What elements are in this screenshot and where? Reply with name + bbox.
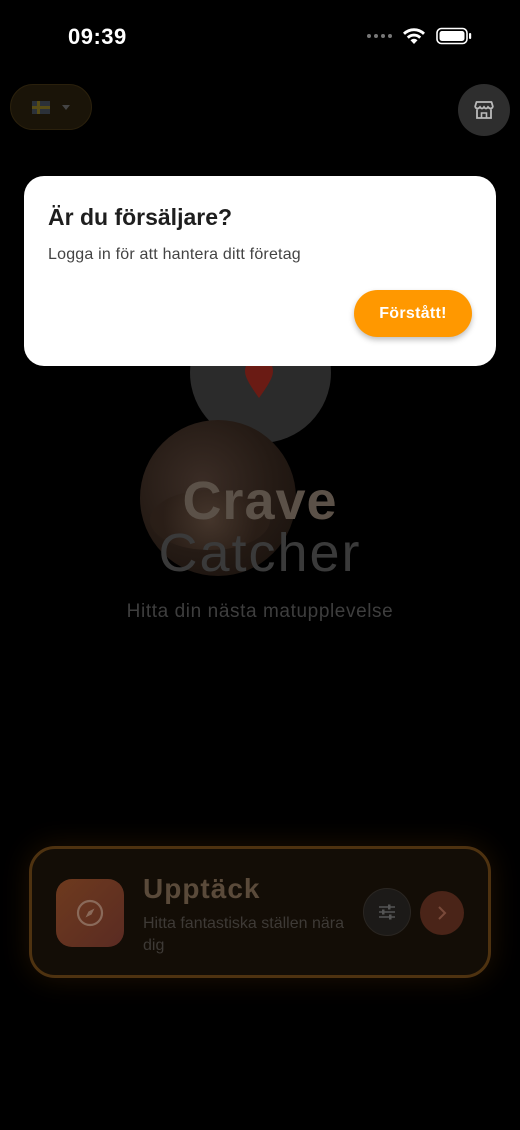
battery-icon (436, 27, 472, 45)
store-icon (474, 101, 494, 119)
discover-go-button[interactable] (420, 891, 464, 935)
dialog-message: Logga in för att hantera ditt företag (48, 246, 301, 263)
sliders-icon (379, 904, 395, 920)
chevron-right-icon (438, 906, 447, 920)
dialog-title: Är du försäljare? (48, 204, 233, 230)
status-icons (367, 27, 472, 45)
store-button[interactable] (458, 84, 510, 136)
discover-subtitle: Hitta fantastiska ställen nära dig (143, 915, 344, 954)
sweden-flag-icon (32, 100, 50, 114)
signal-icon (367, 34, 392, 38)
status-time: 09:39 (68, 24, 127, 49)
understood-button[interactable]: Förstått! (354, 290, 472, 337)
app-tagline: Hitta din nästa matupplevelse (126, 601, 394, 622)
language-selector[interactable] (10, 84, 92, 130)
discover-title: Upptäck (143, 873, 261, 904)
seller-dialog: Är du försäljare? Logga in för att hante… (24, 176, 496, 366)
chevron-down-icon (62, 104, 70, 110)
wifi-icon (403, 28, 425, 44)
filter-button[interactable] (363, 888, 411, 936)
discover-icon-tile (56, 879, 124, 947)
app-title-catcher: Catcher (158, 523, 362, 583)
compass-icon (76, 899, 104, 927)
